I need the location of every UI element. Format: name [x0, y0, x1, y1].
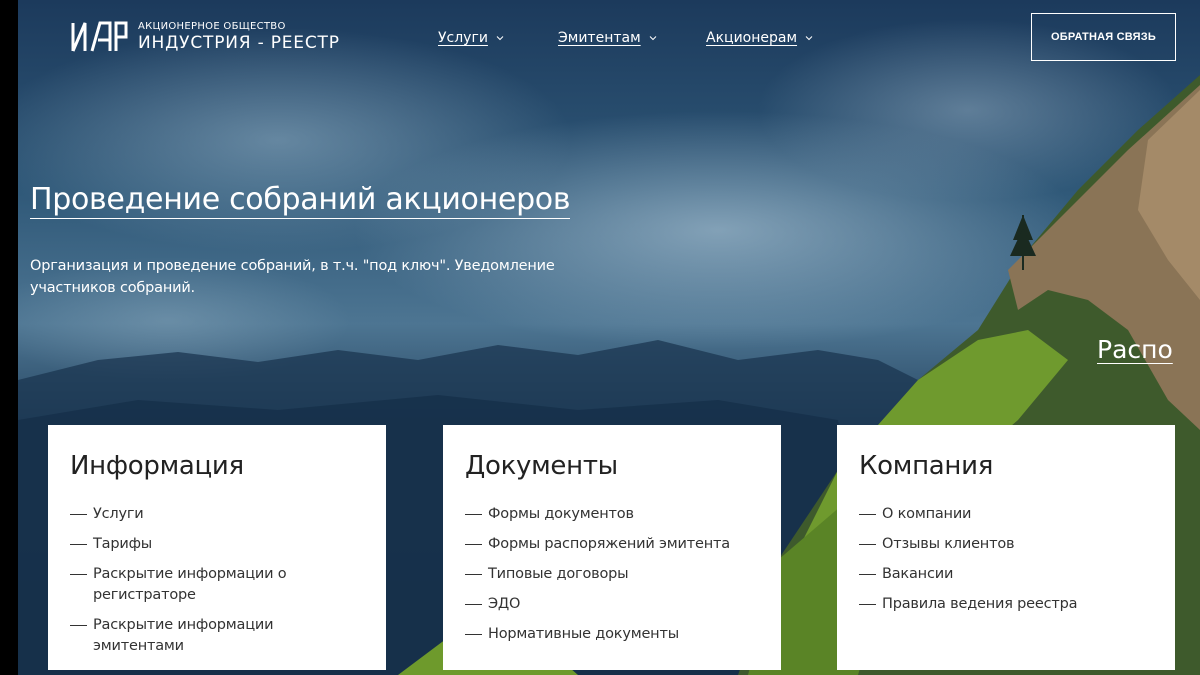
nav-item-label: Эмитентам — [558, 30, 641, 46]
nav-item-label: Акционерам — [706, 30, 798, 46]
nav-item-services[interactable]: Услуги — [438, 30, 505, 46]
card-link-about[interactable]: О компании — [859, 504, 1153, 525]
card-link-label: Раскрытие информации эмитентами — [93, 617, 274, 654]
feedback-button[interactable]: ОБРАТНАЯ СВЯЗЬ — [1031, 13, 1176, 61]
card-link-label: ЭДО — [488, 596, 521, 612]
nav-item-shareholders[interactable]: Акционерам — [706, 30, 814, 46]
card-link-label: Формы распоряжений эмитента — [488, 536, 730, 552]
dash-icon — [465, 604, 482, 605]
card-link-document-forms[interactable]: Формы документов — [465, 504, 759, 525]
dash-icon — [70, 574, 87, 575]
card-link-standard-contracts[interactable]: Типовые договоры — [465, 564, 759, 585]
card-documents: Документы Формы документов Формы распоря… — [443, 425, 781, 670]
card-link-issuer-disclosure[interactable]: Раскрытие информации эмитентами — [70, 615, 364, 657]
left-edge-strip — [0, 0, 18, 675]
card-link-registry-rules[interactable]: Правила ведения реестра — [859, 594, 1153, 615]
logo-subtitle: АКЦИОНЕРНОЕ ОБЩЕСТВО — [138, 21, 286, 32]
dash-icon — [465, 544, 482, 545]
dash-icon — [465, 574, 482, 575]
hero-description: Организация и проведение собраний, в т.ч… — [30, 258, 555, 296]
card-link-label: Раскрытие информации о регистраторе — [93, 566, 287, 603]
card-link-label: Типовые договоры — [488, 566, 629, 582]
dash-icon — [859, 514, 876, 515]
card-link-label: Нормативные документы — [488, 626, 679, 642]
card-link-issuer-order-forms[interactable]: Формы распоряжений эмитента — [465, 534, 759, 555]
card-link-list: Формы документов Формы распоряжений эмит… — [465, 504, 759, 645]
dash-icon — [859, 604, 876, 605]
chevron-down-icon — [649, 36, 657, 41]
card-link-list: Услуги Тарифы Раскрытие информации о рег… — [70, 504, 364, 657]
dash-icon — [465, 634, 482, 635]
card-link-list: О компании Отзывы клиентов Вакансии Прав… — [859, 504, 1153, 615]
card-link-label: Правила ведения реестра — [882, 596, 1078, 612]
dash-icon — [70, 544, 87, 545]
card-link-label: Услуги — [93, 506, 144, 522]
card-link-vacancies[interactable]: Вакансии — [859, 564, 1153, 585]
dash-icon — [70, 625, 87, 626]
nav-item-issuers[interactable]: Эмитентам — [558, 30, 658, 46]
dash-icon — [859, 544, 876, 545]
chevron-down-icon — [805, 36, 813, 41]
logo-title: ИНДУСТРИЯ - РЕЕСТР — [138, 33, 340, 53]
card-link-label: Формы документов — [488, 506, 634, 522]
card-title: Документы — [465, 451, 618, 481]
card-link-regulations[interactable]: Нормативные документы — [465, 624, 759, 645]
card-link-label: Вакансии — [882, 566, 954, 582]
card-link-edo[interactable]: ЭДО — [465, 594, 759, 615]
card-link-reviews[interactable]: Отзывы клиентов — [859, 534, 1153, 555]
company-logo[interactable]: АКЦИОНЕРНОЕ ОБЩЕСТВО ИНДУСТРИЯ - РЕЕСТР — [70, 20, 340, 54]
card-link-tariffs[interactable]: Тарифы — [70, 534, 364, 555]
card-link-services[interactable]: Услуги — [70, 504, 364, 525]
dash-icon — [859, 574, 876, 575]
hero-title-link[interactable]: Проведение собраний акционеров — [30, 182, 571, 219]
nav-item-label: Услуги — [438, 30, 488, 46]
card-link-label: Тарифы — [93, 536, 153, 552]
card-link-label: Отзывы клиентов — [882, 536, 1015, 552]
card-information: Информация Услуги Тарифы Раскрытие инфор… — [48, 425, 386, 670]
logo-mark-icon — [71, 21, 128, 52]
card-link-registrar-disclosure[interactable]: Раскрытие информации о регистраторе — [70, 564, 364, 606]
card-link-label: О компании — [882, 506, 972, 522]
dash-icon — [465, 514, 482, 515]
dash-icon — [70, 514, 87, 515]
next-slide-link[interactable]: Распо — [1097, 335, 1173, 364]
card-title: Информация — [70, 451, 244, 481]
chevron-down-icon — [496, 36, 504, 41]
card-title: Компания — [859, 451, 994, 481]
card-company: Компания О компании Отзывы клиентов Вака… — [837, 425, 1175, 670]
